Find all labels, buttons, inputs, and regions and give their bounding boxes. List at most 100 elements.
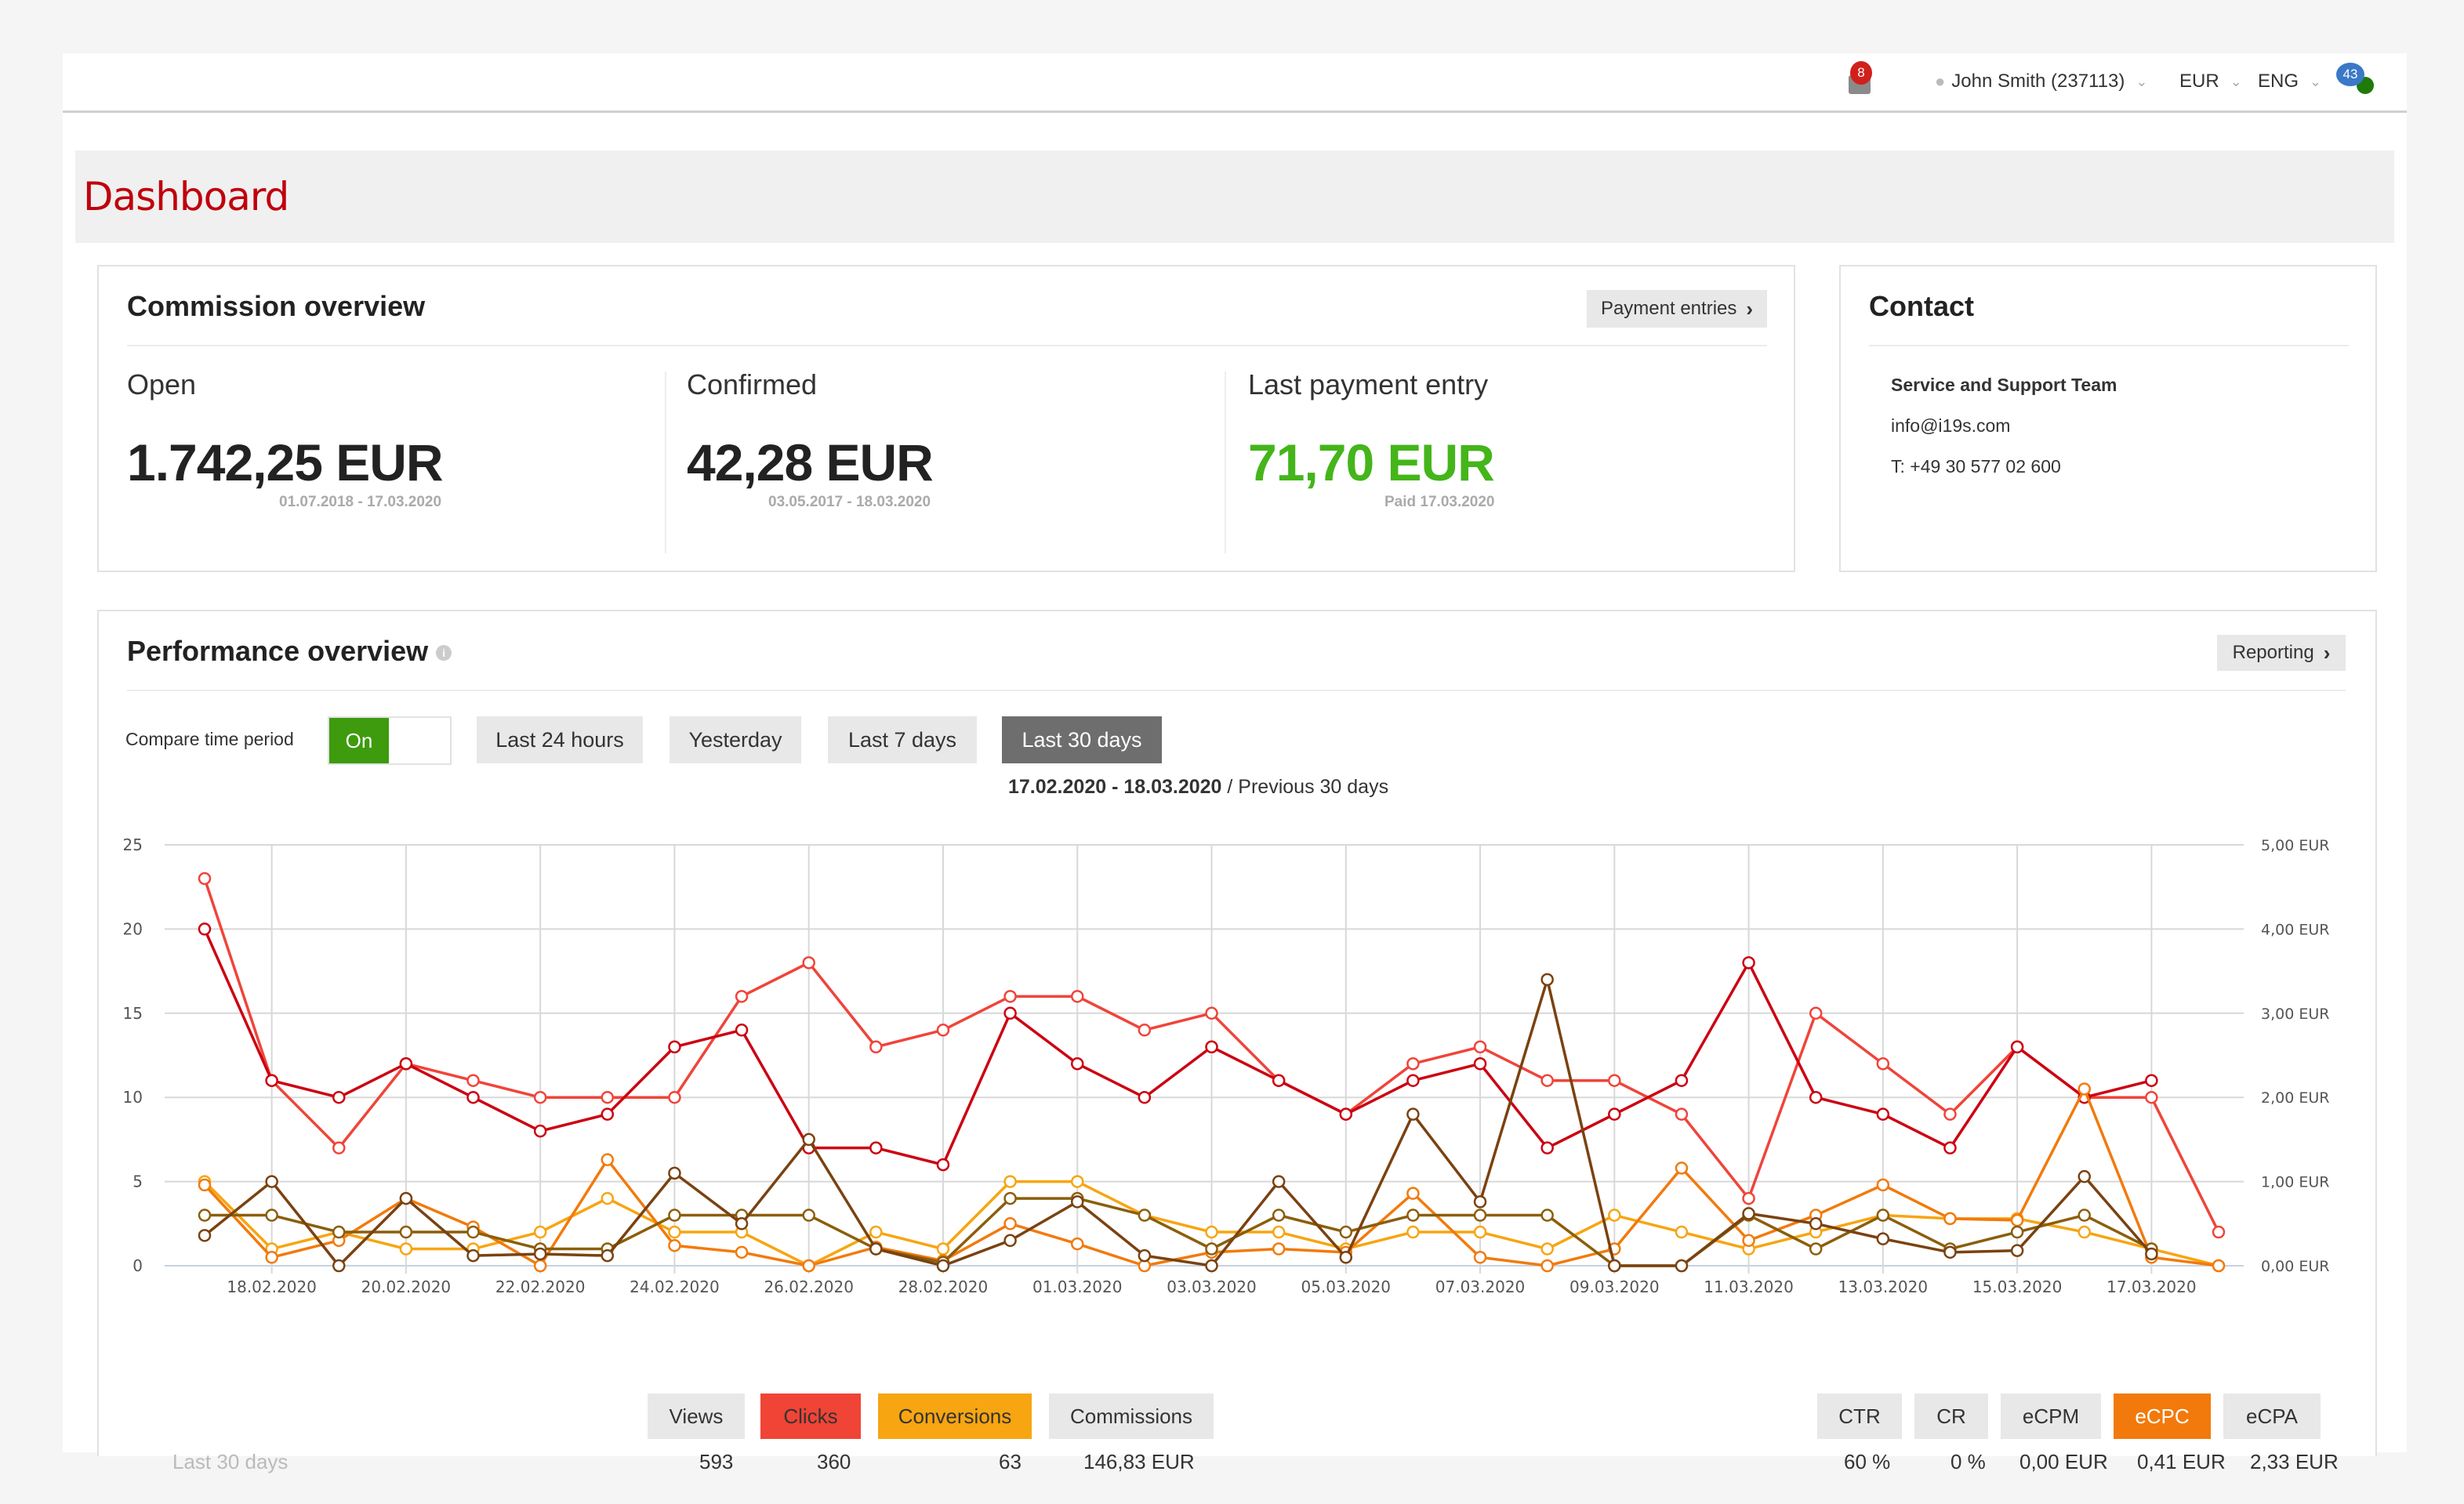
metric-conversions[interactable]: Conversions [878, 1393, 1032, 1439]
data-point [2078, 1209, 2091, 1222]
y-tick-left: 15 [123, 1004, 143, 1023]
data-point [1473, 1056, 1487, 1071]
data-point [936, 1259, 950, 1273]
data-point [936, 1024, 950, 1037]
data-point [466, 1074, 480, 1087]
metric-ecpa[interactable]: eCPA [2223, 1393, 2321, 1439]
x-tick-label: 07.03.2020 [1435, 1277, 1526, 1296]
x-tick-label: 01.03.2020 [1032, 1277, 1123, 1296]
data-point [1138, 1024, 1152, 1037]
data-point [399, 1056, 413, 1071]
data-point [735, 1217, 749, 1230]
data-point [1742, 1234, 1755, 1248]
data-point [2010, 1040, 2024, 1054]
data-point [1272, 1225, 1286, 1239]
x-tick-label: 13.03.2020 [1838, 1277, 1929, 1296]
metric-ctr[interactable]: CTR [1817, 1393, 1902, 1439]
data-point [1070, 1237, 1084, 1251]
data-point [1406, 1209, 1420, 1222]
y-tick-left: 25 [123, 835, 143, 854]
data-point [1138, 1249, 1152, 1263]
data-point [265, 1251, 278, 1264]
data-point [198, 1178, 212, 1192]
data-point [1272, 1242, 1286, 1256]
metric-commissions[interactable]: Commissions [1049, 1393, 1214, 1439]
data-point [198, 872, 212, 886]
data-point [1809, 1090, 1823, 1104]
x-tick-label: 15.03.2020 [1972, 1277, 2063, 1296]
data-point [1608, 1107, 1621, 1121]
data-point [802, 1259, 815, 1273]
data-point [1876, 1178, 1890, 1192]
data-point [1473, 1251, 1487, 1264]
data-point [1272, 1209, 1286, 1222]
data-point [1473, 1040, 1487, 1054]
data-point [601, 1249, 615, 1263]
data-point [601, 1153, 615, 1166]
data-point [198, 1209, 212, 1222]
data-point [1809, 1006, 1823, 1020]
data-point [1540, 1259, 1554, 1273]
data-point [1742, 956, 1755, 969]
data-point [2145, 1247, 2158, 1261]
x-tick-label: 05.03.2020 [1301, 1277, 1392, 1296]
data-point [1540, 973, 1554, 987]
metric-views[interactable]: Views [648, 1393, 745, 1439]
metric-cr[interactable]: CR [1914, 1393, 1988, 1439]
data-point [1675, 1259, 1689, 1273]
x-tick-label: 24.02.2020 [630, 1277, 720, 1296]
data-point [399, 1242, 413, 1256]
data-point [533, 1247, 547, 1261]
data-point [1473, 1209, 1487, 1222]
data-point [668, 1209, 681, 1222]
data-point [601, 1090, 615, 1104]
data-point [802, 1209, 815, 1222]
metric-ecpm[interactable]: eCPM [2001, 1393, 2101, 1439]
data-point [1473, 1225, 1487, 1239]
x-tick-label: 11.03.2020 [1704, 1277, 1794, 1296]
data-point [1070, 990, 1084, 1003]
data-point [869, 1225, 883, 1239]
data-point [1070, 1195, 1084, 1209]
data-point [1070, 1056, 1084, 1071]
data-point [1339, 1225, 1353, 1239]
data-point [533, 1090, 547, 1104]
data-point [735, 1024, 749, 1037]
data-point [265, 1175, 278, 1188]
x-tick-label: 03.03.2020 [1167, 1277, 1257, 1296]
data-point [533, 1259, 547, 1273]
data-point [466, 1090, 480, 1104]
data-point [265, 1209, 278, 1222]
y-tick-left: 5 [132, 1172, 143, 1191]
data-point [466, 1225, 480, 1239]
data-point [1003, 1191, 1017, 1205]
performance-chart: 0 5 10 15 20 25 0,00 EUR 1,00 EUR 2,00 EUR 3,00 E… [123, 835, 2330, 1296]
data-point [668, 1166, 681, 1180]
metric-clicks[interactable]: Clicks [760, 1393, 861, 1439]
data-point [1675, 1225, 1689, 1239]
data-point [869, 1040, 883, 1054]
data-point [2078, 1082, 2091, 1096]
data-point [668, 1225, 681, 1239]
x-tick-label: 09.03.2020 [1569, 1277, 1660, 1296]
metric-ecpc[interactable]: eCPC [2114, 1393, 2211, 1439]
y-tick-left: 20 [123, 919, 143, 938]
data-point [735, 1245, 749, 1259]
data-point [1205, 1006, 1218, 1020]
data-point [1943, 1245, 1957, 1259]
metric-cr-value: 0 % [1951, 1450, 1986, 1473]
data-point [1943, 1107, 1957, 1121]
data-point [668, 1040, 681, 1054]
metric-ecpa-value: 2,33 EUR [2250, 1450, 2339, 1473]
data-point [1205, 1225, 1218, 1239]
x-tick-label: 20.02.2020 [361, 1277, 452, 1296]
metric-views-value: 593 [699, 1450, 734, 1473]
data-point [668, 1238, 681, 1252]
data-point [735, 990, 749, 1003]
x-tick-label: 26.02.2020 [764, 1277, 854, 1296]
data-point [1675, 1074, 1689, 1087]
data-point [1742, 1191, 1755, 1205]
data-point [1205, 1242, 1218, 1256]
data-point [1675, 1107, 1689, 1121]
data-point [2078, 1225, 2091, 1239]
